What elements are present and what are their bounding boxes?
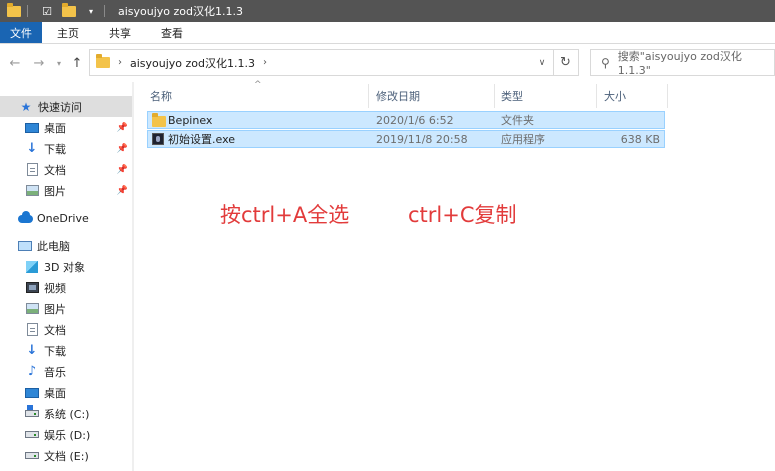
chevron-right-icon[interactable]: › [263,57,267,68]
address-dropdown-icon[interactable]: ∨ [530,49,554,76]
computer-icon [17,239,33,253]
sidebar-item-videos[interactable]: 视频 [0,277,132,298]
refresh-icon[interactable]: ↻ [553,49,579,76]
sidebar-item-documents[interactable]: 文档 📌 [0,159,132,180]
properties-icon[interactable]: ☑ [39,3,55,19]
chevron-down-icon[interactable]: ▾ [83,3,99,19]
download-icon: ↓ [26,141,38,156]
search-input[interactable]: ⚲ 搜索"aisyoujyo zod汉化1.1.3" [590,49,775,77]
column-header-type[interactable]: 类型 [501,84,596,108]
document-icon [24,163,40,177]
sidebar-item-desktop-pc[interactable]: 桌面 [0,382,132,403]
music-icon: ♪ [27,364,37,379]
sidebar-item-documents-pc[interactable]: 文档 [0,319,132,340]
column-divider[interactable] [368,84,369,108]
sidebar-item-3d-objects[interactable]: 3D 对象 [0,256,132,277]
picture-icon [24,184,40,198]
file-row-setup-exe[interactable]: 初始设置.exe 2019/11/8 20:58 应用程序 638 KB [147,130,665,148]
search-placeholder: 搜索"aisyoujyo zod汉化1.1.3" [617,50,742,77]
breadcrumb-current-folder[interactable]: aisyoujyo zod汉化1.1.3 [130,55,255,71]
pin-icon[interactable]: 📌 [117,123,128,133]
back-icon[interactable]: ← [8,56,22,71]
tab-view[interactable]: 查看 [146,22,198,43]
desktop-icon [24,121,40,135]
column-divider[interactable] [596,84,597,108]
video-icon [24,281,40,295]
sidebar-item-pictures[interactable]: 图片 📌 [0,180,132,201]
star-icon: ★ [20,99,32,114]
annotation-select-all: 按ctrl+A全选 [220,203,350,227]
exe-icon [152,133,164,145]
sidebar-item-onedrive[interactable]: OneDrive [0,208,132,229]
drive-icon [24,428,40,442]
recent-locations-icon[interactable]: ▾ [52,56,66,70]
column-divider[interactable] [667,84,668,108]
navigation-pane: ★ 快速访问 桌面 📌 ↓ 下载 📌 文档 📌 图片 📌 OneDrive 此电… [0,82,134,471]
sidebar-item-downloads[interactable]: ↓ 下载 📌 [0,138,132,159]
up-icon[interactable]: ↑ [70,56,84,71]
file-row-bepinex[interactable]: Bepinex 2020/1/6 6:52 文件夹 [147,111,665,129]
column-header-size[interactable]: 大小 [604,84,664,108]
separator [104,5,105,17]
3d-objects-icon [24,260,40,274]
tab-file[interactable]: 文件 [0,22,42,43]
sidebar-item-drive-e[interactable]: 文档 (E:) [0,445,132,466]
search-icon: ⚲ [601,55,610,70]
chevron-right-icon[interactable]: › [118,57,122,68]
tab-share[interactable]: 共享 [94,22,146,43]
address-bar[interactable]: › aisyoujyo zod汉化1.1.3 › [89,49,554,76]
desktop-icon [24,386,40,400]
sidebar-item-pictures-pc[interactable]: 图片 [0,298,132,319]
folder-icon [152,113,166,127]
address-row: ← → ▾ ↑ › aisyoujyo zod汉化1.1.3 › ∨ ↻ ⚲ 搜… [0,44,775,82]
sidebar-item-downloads-pc[interactable]: ↓ 下载 [0,340,132,361]
annotation-copy: ctrl+C复制 [408,203,517,227]
sidebar-scrollbar[interactable] [132,82,134,471]
sidebar-item-quick-access[interactable]: ★ 快速访问 [0,96,132,117]
drive-icon [24,449,40,463]
sidebar-item-music[interactable]: ♪ 音乐 [0,361,132,382]
new-folder-icon[interactable] [61,2,77,19]
ribbon-tabs: 文件 主页 共享 查看 [0,22,775,44]
sidebar-item-drive-d[interactable]: 娱乐 (D:) [0,424,132,445]
column-divider[interactable] [494,84,495,108]
picture-icon [24,302,40,316]
forward-icon[interactable]: → [32,56,46,71]
sidebar-item-this-pc[interactable]: 此电脑 [0,235,132,256]
pin-icon[interactable]: 📌 [117,165,128,175]
sidebar-item-drive-c[interactable]: 系统 (C:) [0,403,132,424]
folder-icon [96,54,110,68]
tab-home[interactable]: 主页 [42,22,94,43]
pin-icon[interactable]: 📌 [117,186,128,196]
folder-icon [6,2,22,19]
document-icon [24,323,40,337]
title-bar: ☑ ▾ aisyoujyo zod汉化1.1.3 [0,0,775,22]
sidebar-item-desktop[interactable]: 桌面 📌 [0,117,132,138]
separator [27,5,28,17]
window-title: aisyoujyo zod汉化1.1.3 [118,5,244,18]
system-drive-icon [24,405,40,421]
pin-icon[interactable]: 📌 [117,144,128,154]
download-icon: ↓ [26,343,38,358]
column-header-name[interactable]: 名称 [150,84,366,108]
cloud-icon [17,210,33,226]
column-header-date[interactable]: 修改日期 [376,84,494,108]
